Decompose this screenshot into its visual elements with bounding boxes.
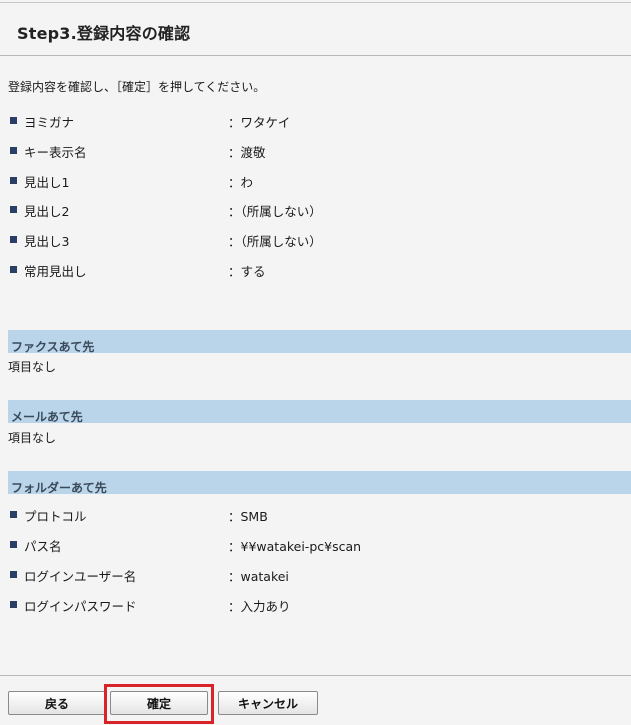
field-label: ヨミガナ — [24, 115, 75, 130]
field-value: ：ワタケイ — [228, 115, 291, 130]
field-label: 見出し3 — [24, 234, 70, 249]
back-button[interactable]: 戻る — [8, 691, 106, 715]
field-label: パス名 — [24, 539, 62, 554]
fax-empty-text: 項目なし — [8, 360, 57, 374]
square-bullet-icon — [10, 601, 17, 608]
folder-section-header: フォルダーあて先 — [8, 471, 631, 495]
field-label: 見出し2 — [24, 204, 70, 219]
title-divider — [0, 55, 631, 56]
square-bullet-icon — [10, 236, 17, 243]
field-label: 常用見出し — [24, 264, 87, 279]
section-header-label: フォルダーあて先 — [11, 481, 107, 495]
section-header-label: メールあて先 — [11, 410, 83, 424]
field-label: ログインユーザー名 — [24, 569, 137, 584]
field-label: プロトコル — [24, 509, 87, 524]
square-bullet-icon — [10, 571, 17, 578]
top-divider — [0, 2, 631, 3]
square-bullet-icon — [10, 511, 17, 518]
mail-empty-text: 項目なし — [8, 431, 57, 445]
mail-section-header: メールあて先 — [8, 400, 631, 424]
cancel-button[interactable]: キャンセル — [218, 691, 318, 715]
square-bullet-icon — [10, 147, 17, 154]
field-value: ：¥¥watakei-pc¥scan — [228, 539, 362, 554]
field-value: ：watakei — [228, 569, 289, 584]
field-label: 見出し1 — [24, 175, 70, 190]
page-title: Step3.登録内容の確認 — [17, 24, 191, 43]
square-bullet-icon — [10, 266, 17, 273]
field-value: ：入力あり — [228, 599, 291, 614]
field-value: ：わ — [228, 175, 254, 190]
field-value: ：SMB — [228, 509, 268, 524]
field-label: ログインパスワード — [24, 599, 137, 614]
confirm-highlight-box — [104, 684, 214, 724]
field-value: ：渡敬 — [228, 145, 266, 160]
instruction-text: 登録内容を確認し、［確定］を押してください。 — [8, 80, 266, 94]
square-bullet-icon — [10, 541, 17, 548]
square-bullet-icon — [10, 117, 17, 124]
field-value: ：（所属しない） — [228, 234, 322, 249]
square-bullet-icon — [10, 177, 17, 184]
field-value: ：（所属しない） — [228, 204, 322, 219]
fax-section-header: ファクスあて先 — [8, 330, 631, 354]
square-bullet-icon — [10, 206, 17, 213]
section-header-label: ファクスあて先 — [11, 340, 95, 354]
bottom-divider — [0, 675, 631, 676]
field-label: キー表示名 — [24, 145, 87, 160]
field-value: ：する — [228, 264, 266, 279]
